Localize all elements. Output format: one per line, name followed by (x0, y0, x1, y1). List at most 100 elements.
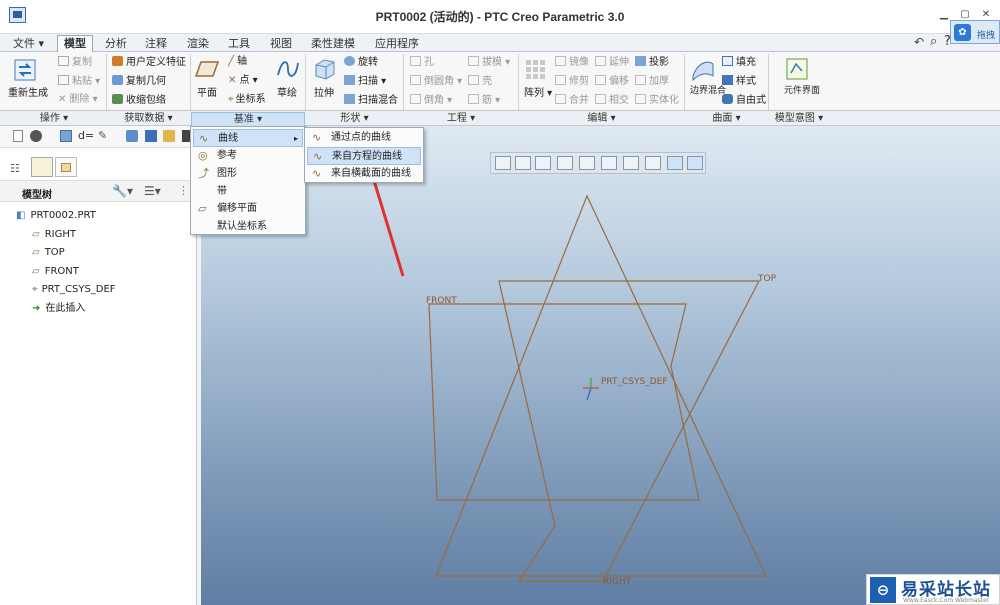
spin-center-icon[interactable] (687, 156, 703, 170)
swept-blend-button[interactable]: 扫描混合 (344, 94, 398, 107)
menu-item-curve-from-cross-section[interactable]: ∿ 来自横截面的曲线 (307, 165, 421, 183)
group-engineering[interactable]: 工程 ▾ (404, 112, 518, 125)
favorites-tab-icon[interactable] (55, 157, 77, 177)
sweep-button[interactable]: 扫描 ▾ (344, 75, 386, 88)
pattern-text: 阵列 (524, 88, 544, 99)
rib-button[interactable]: 筋 ▾ (468, 94, 500, 107)
refit-icon[interactable] (495, 156, 511, 170)
group-surfaces[interactable]: 曲面 ▾ (685, 112, 768, 125)
zoom-in-icon[interactable] (515, 156, 531, 170)
solidify-button[interactable]: 实体化 (635, 94, 679, 107)
menu-item-curve-through-points[interactable]: ∿ 通过点的曲线 (307, 129, 421, 147)
thicken-button[interactable]: 加厚 (635, 75, 669, 88)
draft-button[interactable]: 拔模 ▾ (468, 56, 510, 69)
repaint-icon[interactable] (557, 156, 573, 170)
tree-item-front[interactable]: ▱ FRONT (32, 264, 79, 280)
paste-button[interactable]: 粘贴 ▾ (58, 75, 100, 88)
menu-item-offset-plane[interactable]: ▱ 偏移平面 (193, 200, 303, 218)
display-style-icon[interactable] (579, 156, 595, 170)
component-interface-button[interactable] (784, 56, 810, 82)
tab-analysis[interactable]: 分析 (98, 35, 134, 52)
dimension-icon[interactable]: d= (78, 129, 94, 142)
tab-render[interactable]: 渲染 (180, 35, 216, 52)
tab-file[interactable]: 文件 ▾ (6, 35, 51, 52)
shell-button[interactable]: 壳 (468, 75, 492, 88)
trim-button[interactable]: 修剪 (555, 75, 589, 88)
menu-item-ribbon[interactable]: 带 (193, 183, 303, 201)
point-button[interactable]: ✕ 点 ▾ (228, 75, 258, 87)
hole-button[interactable]: 孔 (410, 56, 434, 69)
project-button[interactable]: 投影 (635, 56, 669, 69)
tree-item-part[interactable]: ◧ PRT0002.PRT (16, 208, 96, 224)
curve-submenu: ∿ 通过点的曲线 ∿ 来自方程的曲线 ∿ 来自横截面的曲线 (304, 127, 424, 183)
revolve-button[interactable]: 旋转 (344, 56, 378, 69)
graphics-window[interactable]: TOP FRONT RIGHT PRT_CSYS_DEF (201, 126, 1000, 605)
sketch-button[interactable] (276, 57, 300, 81)
tree-filter-icon[interactable]: ☰▾ (144, 184, 161, 198)
annotation-display-icon[interactable] (667, 156, 683, 170)
regenerate-button[interactable] (12, 57, 42, 85)
share-widget[interactable]: ✿ 拖拽 (950, 20, 1000, 44)
chamfer-button[interactable]: 倒角 ▾ (410, 94, 452, 107)
group-model-intent[interactable]: 模型意图 ▾ (769, 112, 829, 125)
tree-settings-icon[interactable]: 🔧▾ (112, 184, 133, 198)
group-operations[interactable]: 操作 ▾ (2, 112, 106, 125)
saved-orientations-icon[interactable] (601, 156, 617, 170)
saved-view-icon[interactable] (60, 130, 72, 142)
open-folder-icon[interactable] (163, 130, 175, 142)
delete-button[interactable]: ✕ 删除 ▾ (58, 94, 98, 106)
tree-item-right[interactable]: ▱ RIGHT (32, 227, 76, 243)
extrude-button[interactable] (312, 56, 338, 82)
tree-item-insert-here[interactable]: ➜ 在此插入 (32, 301, 85, 317)
tree-item-top[interactable]: ▱ TOP (32, 245, 65, 261)
tab-annotate[interactable]: 注释 (138, 35, 174, 52)
copy-geometry-button[interactable]: 复制几何 (112, 75, 166, 88)
tree-more-icon[interactable]: ⋮ (178, 184, 189, 197)
group-shapes[interactable]: 形状 ▾ (306, 112, 403, 125)
tab-flexible-modeling[interactable]: 柔性建模 (304, 35, 362, 52)
merge-button[interactable]: 合并 (555, 94, 589, 107)
tree-item-csys[interactable]: ⌖ PRT_CSYS_DEF (32, 282, 116, 298)
tab-tools[interactable]: 工具 (221, 35, 257, 52)
group-get-data[interactable]: 获取数据 ▾ (107, 112, 190, 125)
tab-view[interactable]: 视图 (263, 35, 299, 52)
shrinkwrap-button[interactable]: 收缩包络 (112, 94, 166, 107)
search-icon[interactable]: ⌕ (930, 34, 937, 49)
datum-display-icon[interactable] (645, 156, 661, 170)
mirror-button[interactable]: 镜像 (555, 56, 589, 69)
group-datum[interactable]: 基准 ▾ (191, 112, 305, 127)
boundary-blend-button[interactable] (690, 56, 716, 82)
menu-item-default-csys[interactable]: 默认坐标系 (193, 218, 303, 236)
zoom-out-icon[interactable] (535, 156, 551, 170)
axis-button[interactable]: ╱ 轴 (228, 56, 247, 68)
style-button[interactable]: 样式 (722, 75, 756, 88)
tree-view-icon[interactable]: ☷ (10, 162, 20, 175)
udf-button[interactable]: 用户定义特征 (112, 56, 186, 69)
offset-button[interactable]: 偏移 (595, 75, 629, 88)
freestyle-button[interactable]: 自由式 (722, 94, 766, 107)
group-editing[interactable]: 编辑 ▾ (519, 112, 684, 125)
display-style-icon[interactable] (30, 130, 42, 142)
tab-model[interactable]: 模型 (57, 35, 93, 52)
fill-button[interactable]: 填充 (722, 56, 756, 69)
layer-icon[interactable] (145, 130, 157, 142)
menu-item-curve[interactable]: ∿ 曲线 ▸ (193, 129, 303, 147)
folder-tab-icon[interactable] (31, 157, 53, 177)
minimize-icon[interactable]: ▁ (937, 9, 951, 21)
round-button[interactable]: 倒圆角 ▾ (410, 75, 462, 88)
nav-icon[interactable]: ↶ (914, 35, 924, 49)
view-manager-icon[interactable] (623, 156, 639, 170)
extend-button[interactable]: 延伸 (595, 56, 629, 69)
appearance-icon[interactable] (126, 130, 138, 142)
new-file-icon[interactable] (13, 130, 23, 142)
csys-button[interactable]: ⌖ 坐标系 (228, 94, 266, 106)
menu-item-graph[interactable]: ⤴ 图形 (193, 165, 303, 183)
menu-item-reference[interactable]: ◎ 参考 (193, 147, 303, 165)
plane-button[interactable] (194, 57, 220, 81)
sketch-tool-icon[interactable]: ✎ (98, 129, 107, 142)
pattern-button[interactable] (524, 58, 548, 82)
intersect-button[interactable]: 相交 (595, 94, 629, 107)
copy-button[interactable]: 复制 (58, 56, 92, 69)
menu-item-curve-from-equation[interactable]: ∿ 来自方程的曲线 (307, 147, 421, 165)
tab-applications[interactable]: 应用程序 (368, 35, 426, 52)
